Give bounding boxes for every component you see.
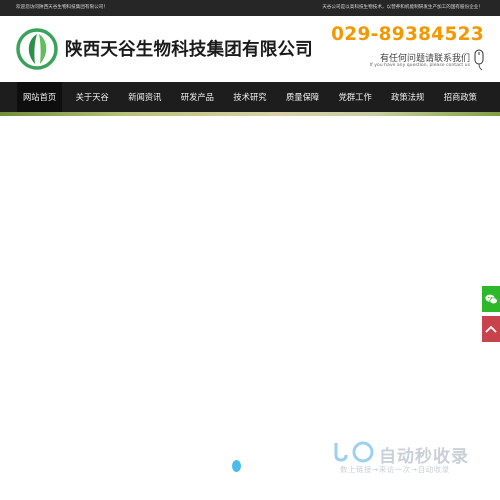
nav-item[interactable]: 研发产品: [175, 82, 220, 112]
wechat-button[interactable]: [482, 286, 500, 312]
phone-number: 029-89384523: [331, 24, 484, 45]
nav-item[interactable]: 招商政策: [438, 82, 483, 112]
nav-item-label: 政策法规: [391, 92, 425, 102]
nav-item-label: 质量保障: [285, 92, 320, 102]
nav-item[interactable]: 新闻资讯: [122, 82, 167, 112]
nav-item-label: 招商政策: [443, 92, 477, 102]
mouse-icon: [474, 49, 484, 71]
wechat-icon: [484, 294, 498, 304]
top-info-bar: 欢迎您访问陕西天谷生物科技集团有限公司！ 天谷公司是以高科技生物技术，以营养和机…: [0, 0, 500, 16]
site-header: 陕西天谷生物科技集团有限公司 029-89384523 有任何问题请联系我们 I…: [0, 16, 500, 82]
back-to-top-button[interactable]: [482, 316, 500, 342]
watermark-subtitle: 数上链接→来访一次→自动收录: [340, 465, 450, 474]
company-name[interactable]: 陕西天谷生物科技集团有限公司: [65, 36, 313, 61]
watermark-logo-icon: [334, 441, 374, 463]
nav-item[interactable]: 党群工作: [333, 82, 378, 112]
nav-item[interactable]: 关于天谷: [70, 82, 115, 112]
nav-item-label: 党群工作: [338, 92, 372, 102]
slider-dot[interactable]: [232, 460, 241, 472]
nav-item[interactable]: 政策法规: [385, 82, 430, 112]
intro-text: 天谷公司是以高科技生物技术，以营养和机能制研发生产加工的国有股份企业！: [322, 5, 483, 10]
welcome-text: 欢迎您访问陕西天谷生物科技集团有限公司！: [16, 5, 108, 10]
arrow-up-icon: [485, 325, 497, 333]
watermark: 自动秒收录 数上链接→来访一次→自动收录: [332, 439, 482, 479]
nav-item-label: 研发产品: [180, 92, 214, 102]
main-nav: 网站首页 关于天谷 新闻资讯 研发产品 技术研究 质量保障 党群工作 政策法规 招商政策: [0, 82, 500, 112]
nav-item-label: 关于天谷: [75, 92, 109, 102]
nav-item-label: 网站首页: [23, 92, 57, 102]
leaf-logo-icon[interactable]: [16, 28, 58, 70]
nav-item[interactable]: 网站首页: [17, 82, 63, 112]
nav-item[interactable]: 质量保障: [280, 82, 325, 112]
contact-hint-en: If you have any question, please contact…: [369, 63, 470, 68]
nav-item[interactable]: 技术研究: [227, 82, 272, 112]
nav-item-label: 技术研究: [233, 92, 267, 102]
nav-list: 网站首页 关于天谷 新闻资讯 研发产品 技术研究 质量保障 党群工作 政策法规 招商政策: [17, 82, 483, 112]
nav-item-label: 新闻资讯: [128, 92, 162, 102]
